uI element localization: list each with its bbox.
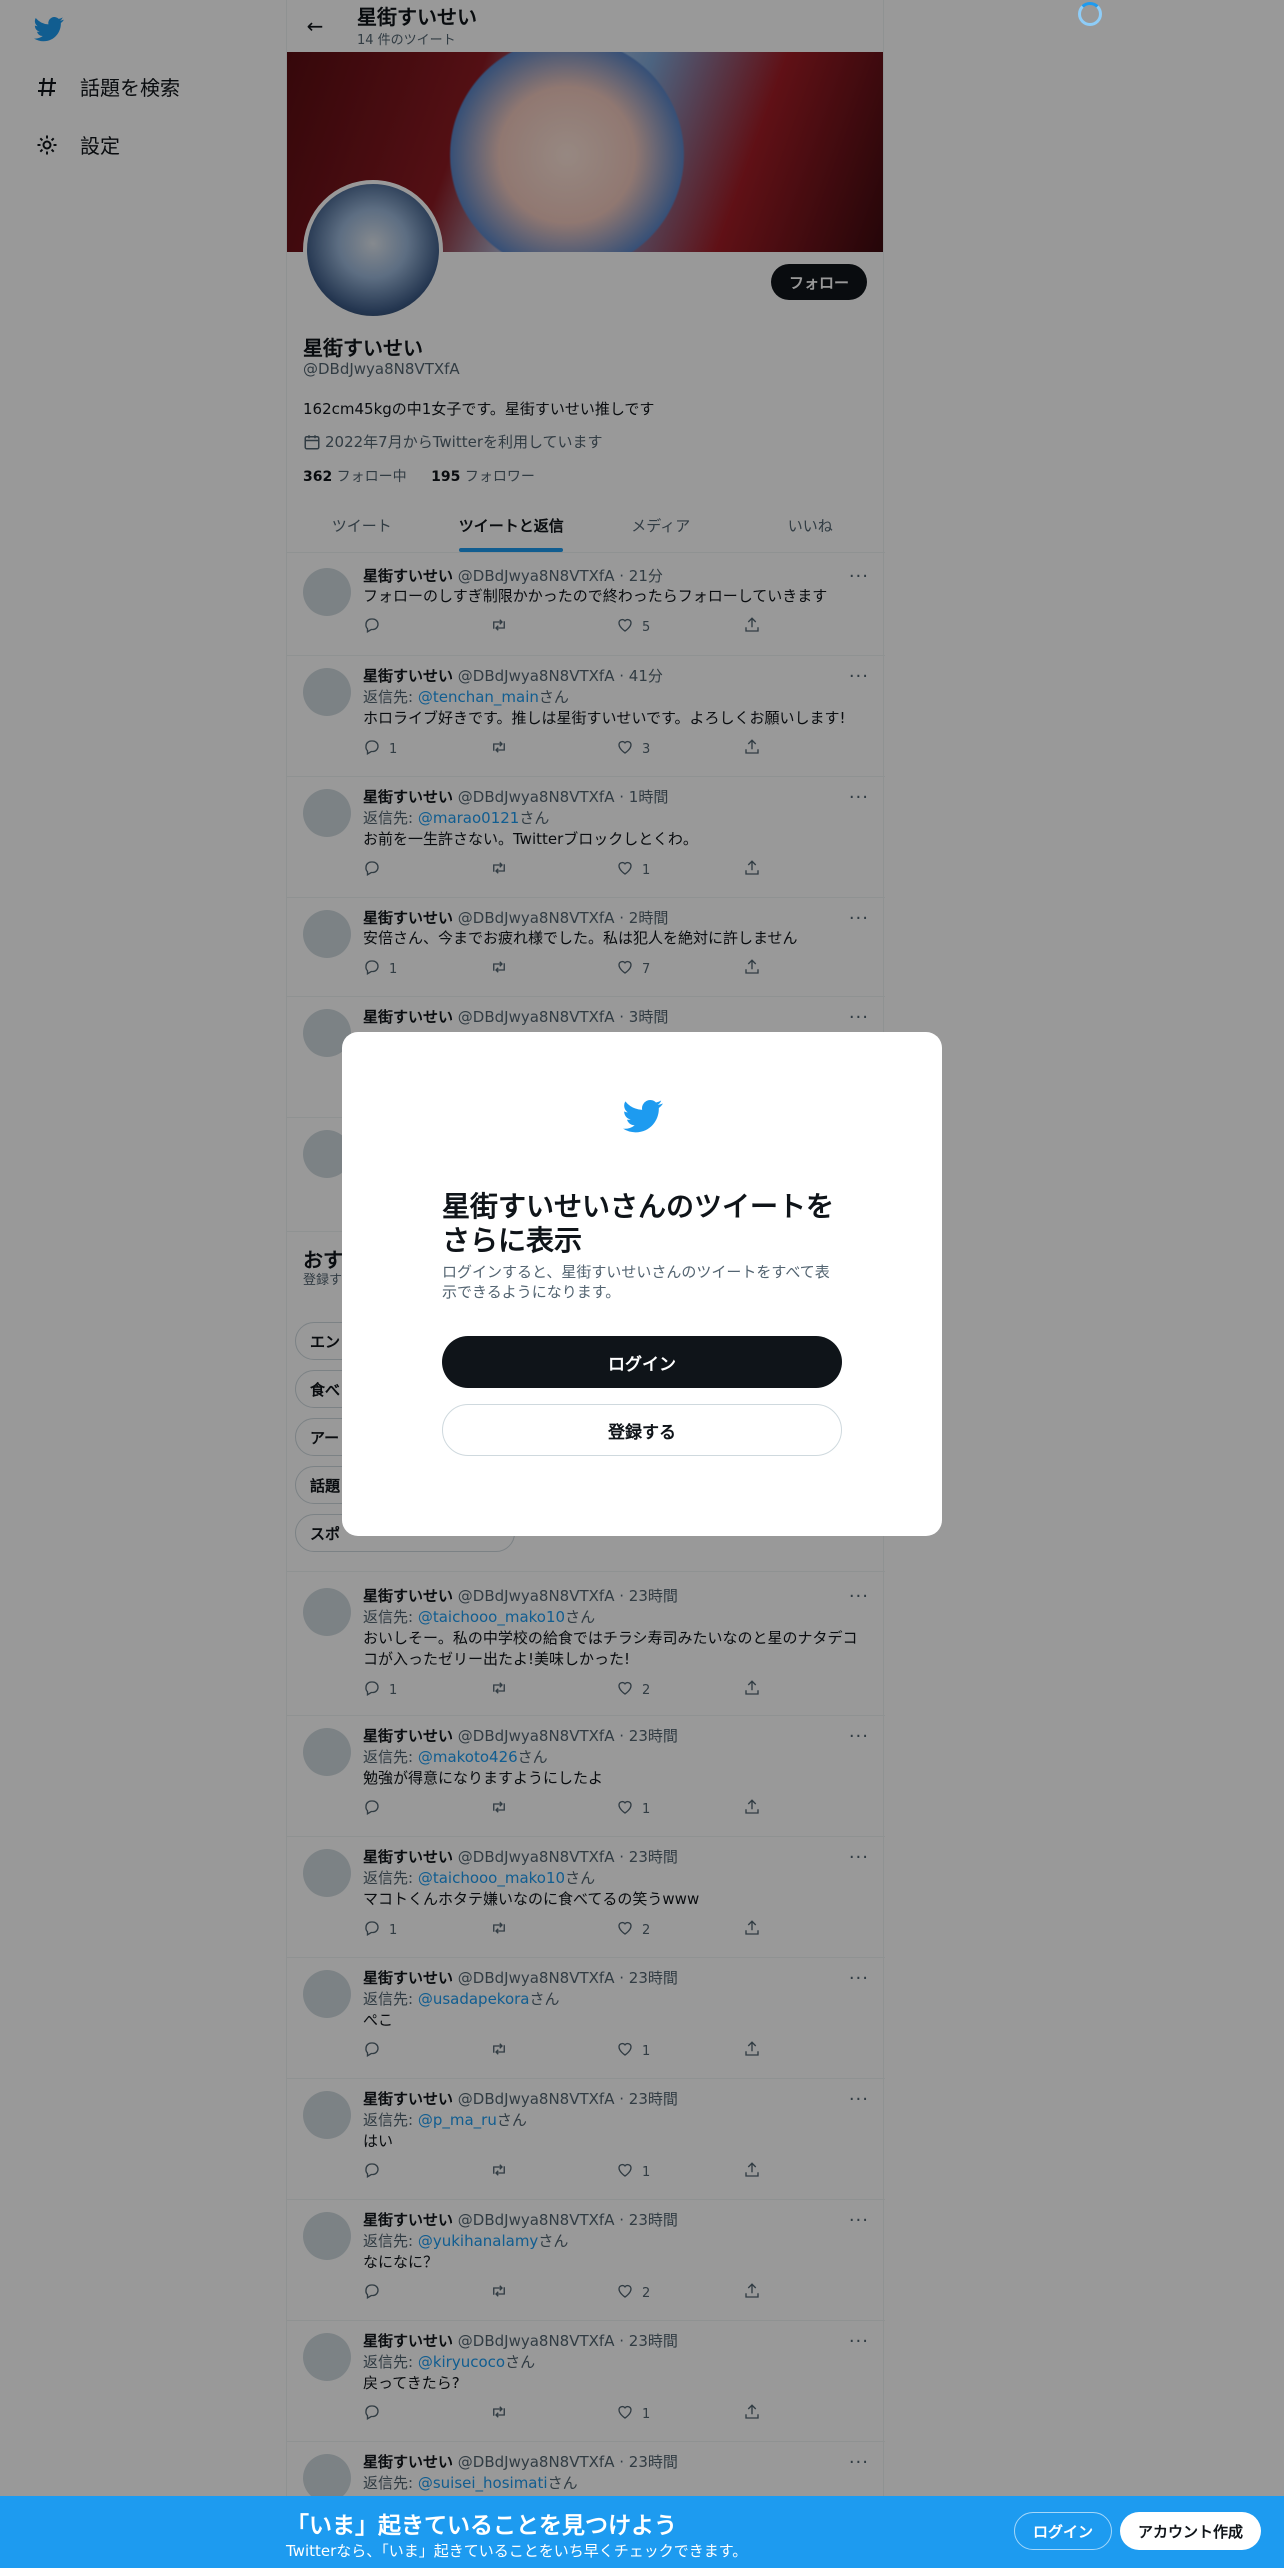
signup-banner: 「いま」起きていることを見つけよう Twitterなら、「いま」起きていることを… (0, 2496, 1284, 2568)
modal-title: 星街すいせいさんのツイートをさらに表示 (442, 1190, 835, 1257)
banner-login-button[interactable]: ログイン (1014, 2512, 1113, 2550)
login-prompt-modal: 星街すいせいさんのツイートをさらに表示 ログインすると、星街すいせいさんのツイー… (342, 1032, 942, 1536)
modal-description: ログインすると、星街すいせいさんのツイートをすべて表示できるようになります。 (442, 1263, 830, 1301)
loading-spinner-icon (1078, 2, 1102, 26)
twitter-bird-icon (620, 1096, 666, 1136)
modal-login-button[interactable]: ログイン (442, 1336, 842, 1388)
banner-subtitle: Twitterなら、「いま」起きていることをいち早くチェックできます。 (286, 2542, 748, 2560)
banner-signup-button[interactable]: アカウント作成 (1120, 2512, 1262, 2550)
banner-title: 「いま」起きていることを見つけよう (286, 2513, 677, 2539)
modal-signup-button[interactable]: 登録する (442, 1404, 842, 1456)
